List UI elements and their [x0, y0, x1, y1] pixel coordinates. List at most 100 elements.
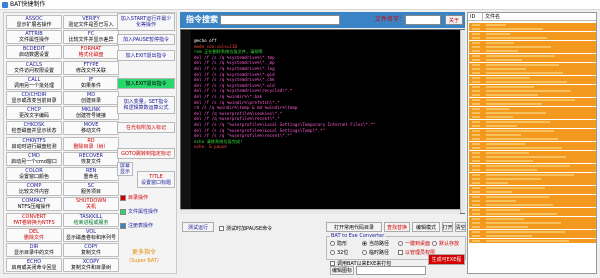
file-row[interactable] [469, 155, 596, 159]
file-row[interactable] [469, 111, 596, 115]
file-row[interactable] [469, 199, 596, 203]
add-set-button[interactable]: 加入变量，SET指令 和逻辑算数运算公式 [117, 96, 175, 114]
cmd-button-vol[interactable]: VOL 显示磁盘卷标和序列号 [63, 227, 119, 242]
file-row[interactable] [469, 128, 596, 133]
find-replace-button[interactable]: 查找替换 [384, 222, 410, 232]
add-stop-button[interactable]: 加入EXIT退出指令 [117, 78, 175, 89]
file-row[interactable] [469, 172, 596, 177]
cmd-button-copy[interactable]: COPY 复制文件 [63, 243, 119, 257]
cmd-button-ren[interactable]: REN 重命名 [63, 167, 119, 181]
editor-vscroll[interactable] [460, 30, 465, 213]
file-row[interactable] [469, 207, 596, 212]
test-run-button[interactable]: 测试运行 [182, 222, 214, 232]
cmd-button-call[interactable]: CALL 调用另一个批处理 [6, 75, 62, 90]
add-pause-button[interactable]: 加入PAUSE暂停指令 [117, 34, 175, 45]
file-row[interactable] [469, 221, 596, 225]
open-common-button[interactable]: 打开常用代码目录 [326, 222, 382, 232]
file-row[interactable] [469, 137, 596, 142]
cmd-button-assoc[interactable]: ASSOC 显示扩展名操作 [6, 15, 62, 29]
file-row[interactable] [469, 31, 596, 36]
cmd-button-shutdown[interactable]: SHUTDOWN 关机 [63, 197, 119, 212]
file-row[interactable] [469, 159, 596, 164]
file-row[interactable] [469, 75, 596, 80]
bit32-radio[interactable]: 32位 [330, 249, 348, 256]
cmd-button-echo[interactable]: ECHO 启用或关闭命令回显 [6, 258, 62, 273]
file-row[interactable] [469, 163, 596, 168]
file-row[interactable] [469, 181, 596, 186]
file-row[interactable] [469, 212, 596, 217]
open-button[interactable]: 打开 [442, 222, 453, 232]
temp-dir-radio[interactable]: 临时路径 [362, 249, 389, 256]
cmd-button-chkdsk[interactable]: CHKDSK 检查磁盘并显示状态 [6, 121, 62, 136]
file-row[interactable] [469, 190, 596, 195]
cmd-button-ftype[interactable]: FTYPE 修改文件关联 [63, 60, 119, 75]
file-row[interactable] [469, 84, 596, 89]
file-row[interactable] [469, 36, 596, 41]
filename-input[interactable] [405, 15, 441, 25]
file-row[interactable] [469, 234, 596, 239]
registry-toggle[interactable]: 注册表操作 [120, 222, 153, 229]
cmd-button-comp[interactable]: COMP 比较文件内容 [6, 182, 62, 197]
cmd-button-chcp[interactable]: CHCP 更改文字编码 [6, 106, 62, 121]
add-mark-button[interactable]: 在光标所加入标记 [117, 122, 175, 133]
cmd-button-taskkill[interactable]: TASKKILL 结束进程或服务 [63, 212, 119, 227]
generate-exe-button[interactable]: 生成可EXE程 [428, 254, 465, 265]
file-row[interactable] [469, 97, 596, 102]
hidden-radio[interactable]: 隐形 [330, 240, 347, 247]
file-row[interactable] [469, 119, 596, 124]
file-row[interactable] [469, 203, 596, 208]
cmd-button-chkntfs[interactable]: CHKNTFS 启动时进行磁盘检测 [6, 136, 62, 151]
file-row[interactable] [469, 49, 596, 54]
icon-path-input[interactable] [356, 266, 426, 275]
test-pause-checkbox[interactable]: 测试时加PAUSE命令 [219, 225, 272, 232]
file-attr-toggle[interactable]: 文件属性操作 [120, 208, 158, 215]
cmd-button-compact[interactable]: COMPACT NTFS压缩操作 [6, 197, 62, 212]
file-row[interactable] [469, 67, 596, 71]
file-row[interactable] [469, 229, 596, 234]
cmd-button-del[interactable]: DEL 删除文件 [6, 227, 62, 242]
file-row[interactable] [469, 106, 596, 111]
cmd-button-mklink[interactable]: MKLINK 创建符号链接 [63, 106, 119, 121]
file-row[interactable] [469, 62, 596, 67]
file-row[interactable] [469, 23, 596, 27]
file-row[interactable] [469, 146, 596, 151]
cmd-button-convert[interactable]: CONVERT FAT卷转换为NTFS [6, 212, 62, 227]
edit-icon-button[interactable]: 编辑图标 [330, 266, 354, 275]
cur-dir-radio[interactable]: 当前路径 [362, 240, 389, 247]
goto-button[interactable]: GOTO跳转到指定标记 [117, 148, 175, 159]
clear-button[interactable]: 清空 [455, 222, 466, 232]
add-start-button[interactable]: 加入START运行并最少化等操作 [117, 13, 175, 31]
cmd-button-cacls[interactable]: CACLS 文件访问权限设置 [6, 60, 62, 75]
cmd-button-fc[interactable]: FC 比较文件并显示差异 [63, 30, 119, 45]
search-input[interactable] [220, 15, 340, 25]
file-list[interactable]: ID 文件名 [467, 12, 597, 274]
cmd-button-sc[interactable]: SC 服务项目 [63, 182, 119, 197]
file-row[interactable] [469, 141, 596, 146]
file-row[interactable] [469, 40, 596, 45]
edit-mode-button[interactable]: 编辑模式 [412, 222, 440, 232]
file-row[interactable] [469, 177, 596, 181]
about-button[interactable]: 关于 [445, 15, 463, 25]
file-row[interactable] [469, 53, 596, 58]
file-row[interactable] [469, 238, 596, 243]
file-row[interactable] [469, 133, 596, 137]
file-row[interactable] [469, 93, 596, 98]
crosshair-button[interactable]: 屏幕显示 [117, 162, 133, 176]
dir-ops-toggle[interactable]: 目录操作 [120, 194, 148, 201]
cmd-button-recover[interactable]: RECOVER 恢复文件 [63, 151, 119, 166]
desktop-radio[interactable]: 一键到桌面 [398, 240, 430, 247]
cmd-button-rd[interactable]: RD 删除目录（树） [63, 136, 119, 151]
add-exit-button[interactable]: 加入EXIT退出指令 [117, 50, 175, 61]
file-row[interactable] [469, 71, 596, 76]
cmd-button-verify[interactable]: VERIFY 验证文件是否已写入 [63, 15, 119, 29]
file-row[interactable] [469, 168, 596, 173]
file-row[interactable] [469, 45, 596, 49]
cmd-button-cd-chdir[interactable]: CD/CHDIR 显示或改变当前目录 [6, 91, 62, 105]
code-editor[interactable]: @echo off mode con:cols=110 rem 正在删除系统垃圾文件… [180, 29, 465, 214]
file-row[interactable] [469, 185, 596, 190]
cmd-button-move[interactable]: MOVE 移动文件 [63, 121, 119, 136]
cmd-button-if[interactable]: IF 如果条件 [63, 75, 119, 90]
file-row[interactable] [469, 115, 596, 120]
file-row[interactable] [469, 27, 596, 32]
more-commands-button[interactable]: 更多指令 （Super BAT） [120, 246, 168, 268]
